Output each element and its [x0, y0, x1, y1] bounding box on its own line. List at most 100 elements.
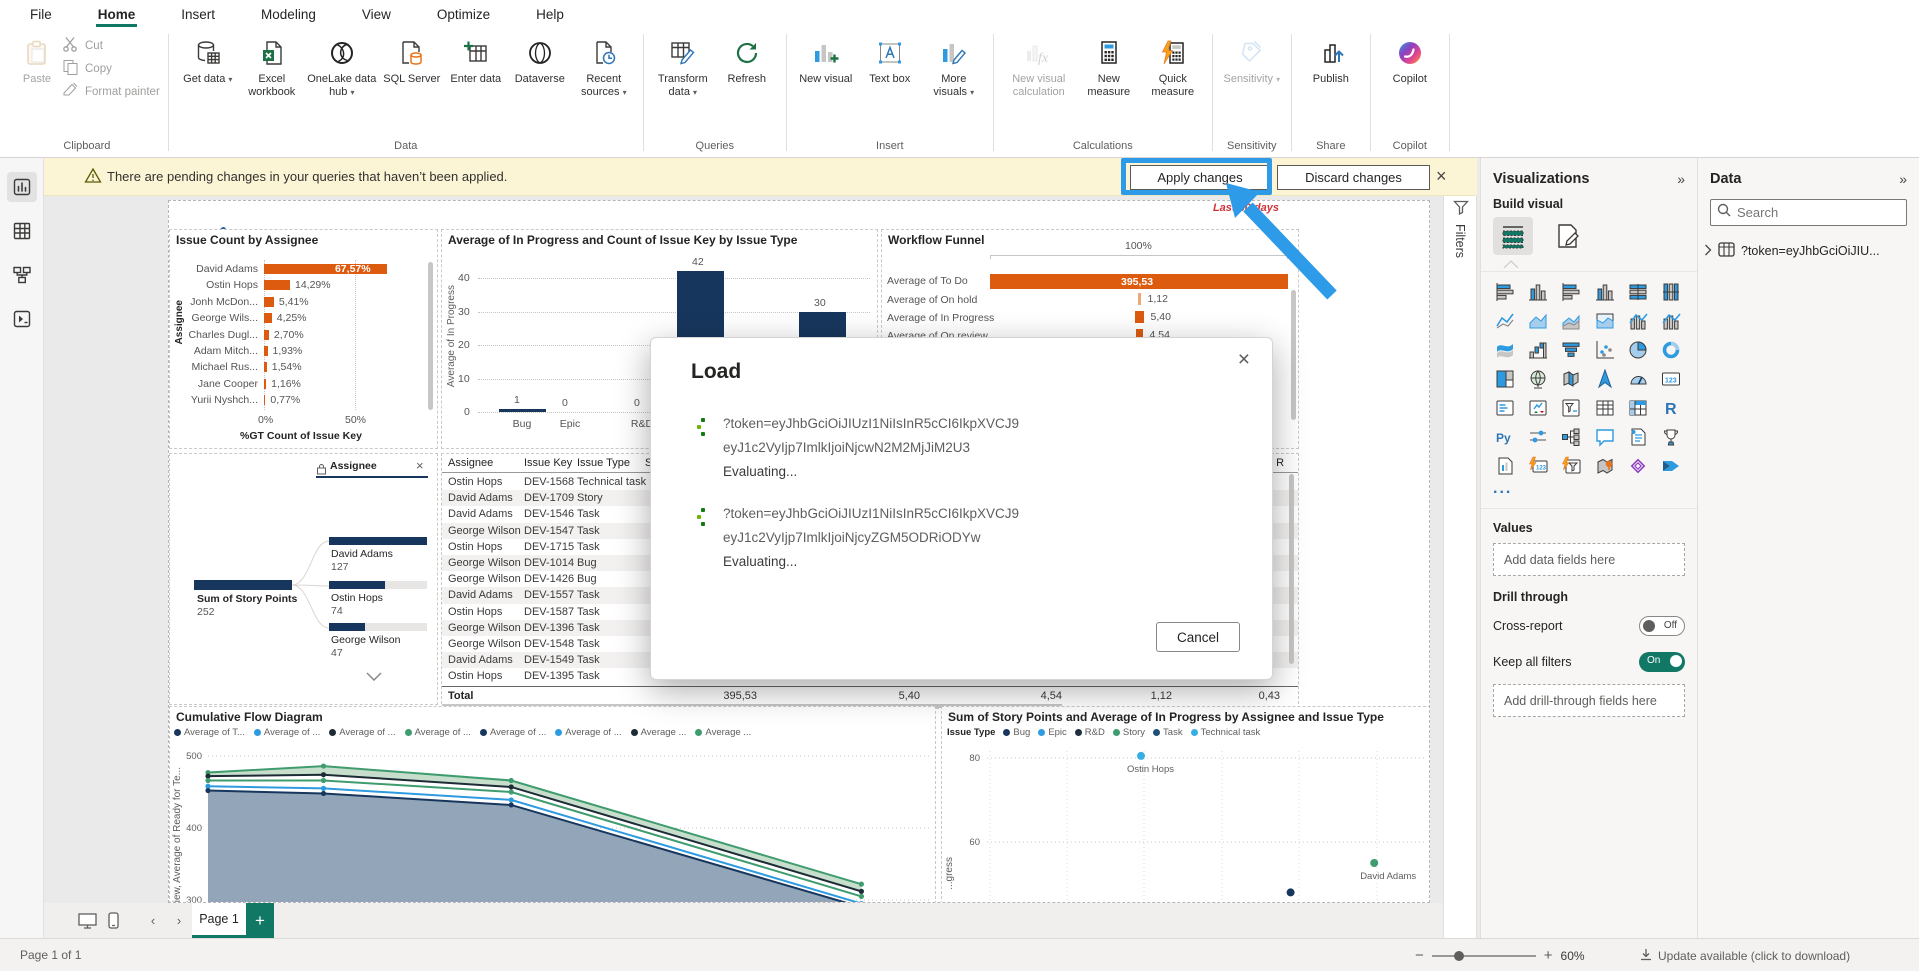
- sidebar-dax-query-view[interactable]: [7, 304, 37, 334]
- new-measure-button[interactable]: New measure: [1078, 32, 1140, 101]
- collapse-data-panel-icon[interactable]: »: [1899, 171, 1907, 187]
- desktop-layout-icon[interactable]: [74, 903, 100, 938]
- scrollbar[interactable]: [428, 262, 433, 410]
- line-and-clustered-column-chart-icon[interactable]: [1658, 309, 1685, 333]
- more-visual-options[interactable]: ...: [1481, 480, 1697, 498]
- bar[interactable]: [264, 313, 272, 323]
- get-data-button[interactable]: Get data ▾: [177, 32, 239, 88]
- clipboard-copy-button[interactable]: Copy: [62, 59, 160, 78]
- decomposition-tree-icon[interactable]: [1558, 425, 1585, 449]
- paste-button[interactable]: Paste: [14, 32, 60, 88]
- menu-item-insert[interactable]: Insert: [179, 3, 217, 26]
- add-data-fields-well[interactable]: Add data fields here: [1493, 543, 1685, 576]
- close-banner-icon[interactable]: ×: [1436, 166, 1447, 186]
- menu-item-modeling[interactable]: Modeling: [259, 3, 318, 26]
- table-vertical-scrollbar[interactable]: [1289, 474, 1294, 664]
- funnel-bar[interactable]: [1135, 311, 1144, 323]
- visual-decomposition-tree[interactable]: Assignee×Sum of Story Points252David Ada…: [169, 453, 438, 705]
- quick-measure-button[interactable]: Quick measure: [1142, 32, 1204, 101]
- legend-item[interactable]: Average of ...: [329, 727, 395, 738]
- arcgis-map-icon[interactable]: [1591, 454, 1618, 478]
- sidebar-report-view[interactable]: [7, 172, 37, 202]
- tree-bar[interactable]: [329, 537, 427, 545]
- 100-stacked-column-chart-icon[interactable]: [1658, 280, 1685, 304]
- enter-data-button[interactable]: Enter data: [445, 32, 507, 88]
- publish-button[interactable]: Publish: [1300, 32, 1362, 88]
- bar[interactable]: [264, 379, 266, 389]
- menu-item-home[interactable]: Home: [96, 3, 138, 26]
- cancel-button[interactable]: Cancel: [1156, 622, 1240, 652]
- zoom-in-button[interactable]: +: [1544, 947, 1553, 964]
- funnel-chart-icon[interactable]: [1558, 338, 1585, 362]
- legend-item[interactable]: R&D: [1075, 727, 1105, 738]
- keep-all-filters-toggle[interactable]: On: [1639, 652, 1685, 672]
- clustered-column-chart-icon[interactable]: [1591, 280, 1618, 304]
- table-icon[interactable]: [1591, 396, 1618, 420]
- legend-item[interactable]: Average of ...: [405, 727, 471, 738]
- excel-workbook-button[interactable]: Excel workbook: [241, 32, 303, 101]
- next-page-arrow[interactable]: ›: [166, 903, 192, 938]
- power-automate-icon[interactable]: [1658, 454, 1685, 478]
- new-visual-button[interactable]: New visual: [795, 32, 857, 88]
- legend-item[interactable]: Story: [1113, 727, 1145, 738]
- smart-narrative-icon[interactable]: [1624, 425, 1651, 449]
- sql-server-button[interactable]: SQL Server: [381, 32, 443, 88]
- metrics-goals-icon[interactable]: [1658, 425, 1685, 449]
- table-column-header[interactable]: Assignee: [448, 457, 493, 469]
- visual-issue-count-by-assignee[interactable]: Issue Count by AssigneeDavid Adams67,57%…: [169, 229, 438, 449]
- zoom-out-button[interactable]: −: [1415, 947, 1424, 964]
- multi-row-card-icon[interactable]: [1491, 396, 1518, 420]
- line-chart-icon[interactable]: [1491, 309, 1518, 333]
- stacked-column-chart-icon[interactable]: [1524, 280, 1551, 304]
- dialog-close-icon[interactable]: ×: [1238, 348, 1250, 372]
- filled-map-icon[interactable]: [1558, 367, 1585, 391]
- build-visual-tab[interactable]: [1493, 217, 1533, 255]
- tree-root-bar[interactable]: [194, 580, 292, 590]
- matrix-icon[interactable]: [1624, 396, 1651, 420]
- bar[interactable]: [264, 362, 267, 372]
- menu-item-optimize[interactable]: Optimize: [435, 3, 492, 26]
- format-visual-tab[interactable]: [1547, 217, 1587, 255]
- 100-stacked-area-chart-icon[interactable]: [1591, 309, 1618, 333]
- kpi-icon[interactable]: [1524, 396, 1551, 420]
- tab-page-1[interactable]: Page 1: [192, 903, 246, 938]
- bar[interactable]: [264, 346, 268, 356]
- search-box[interactable]: [1710, 199, 1907, 226]
- visual-cumulative-flow-diagram[interactable]: Cumulative Flow DiagramAverage of T...Av…: [169, 706, 936, 903]
- line-and-stacked-column-chart-icon[interactable]: [1624, 309, 1651, 333]
- funnel-bar[interactable]: [1138, 293, 1141, 305]
- azure-map-icon[interactable]: [1591, 367, 1618, 391]
- more-visuals-button[interactable]: More visuals ▾: [923, 32, 985, 101]
- prev-page-arrow[interactable]: ‹: [140, 903, 166, 938]
- area-chart-icon[interactable]: [1524, 309, 1551, 333]
- bar[interactable]: [264, 297, 274, 307]
- 100-stacked-bar-chart-icon[interactable]: [1624, 280, 1651, 304]
- table-column-header[interactable]: Issue Key: [524, 457, 572, 469]
- add-drill-through-fields-well[interactable]: Add drill-through fields here: [1493, 684, 1685, 717]
- visual-story-points-scatter[interactable]: Sum of Story Points and Average of In Pr…: [941, 706, 1430, 903]
- onelake-data-hub-button[interactable]: OneLake data hub ▾: [305, 32, 379, 101]
- ribbon-chart-icon[interactable]: [1491, 338, 1518, 362]
- clipboard-format-painter-button[interactable]: Format painter: [62, 82, 160, 101]
- collapse-visualizations-icon[interactable]: »: [1677, 171, 1685, 187]
- expand-chevron-icon[interactable]: [1704, 244, 1712, 259]
- tree-bar[interactable]: [329, 623, 365, 631]
- legend-item[interactable]: Average ...: [695, 727, 751, 738]
- zoom-slider[interactable]: [1432, 955, 1536, 957]
- tree-expand-chevron-icon[interactable]: [366, 668, 382, 686]
- update-available-link[interactable]: Update available (click to download): [1658, 949, 1850, 963]
- dataverse-button[interactable]: Dataverse: [509, 32, 571, 88]
- waterfall-chart-icon[interactable]: [1524, 338, 1551, 362]
- legend-item[interactable]: Bug: [1003, 727, 1030, 738]
- legend-item[interactable]: Average of ...: [254, 727, 320, 738]
- bar[interactable]: [264, 395, 265, 405]
- scrollbar[interactable]: [1291, 290, 1296, 420]
- add-page-button[interactable]: +: [246, 903, 274, 938]
- stacked-area-chart-icon[interactable]: [1558, 309, 1585, 333]
- card-icon[interactable]: 123: [1658, 367, 1685, 391]
- legend-item[interactable]: Technical task: [1191, 727, 1261, 738]
- discard-changes-button[interactable]: Discard changes: [1277, 165, 1430, 190]
- refresh-button[interactable]: Refresh: [716, 32, 778, 88]
- filters-pane-collapsed[interactable]: Filters: [1443, 158, 1477, 938]
- tree-bar[interactable]: [329, 581, 385, 589]
